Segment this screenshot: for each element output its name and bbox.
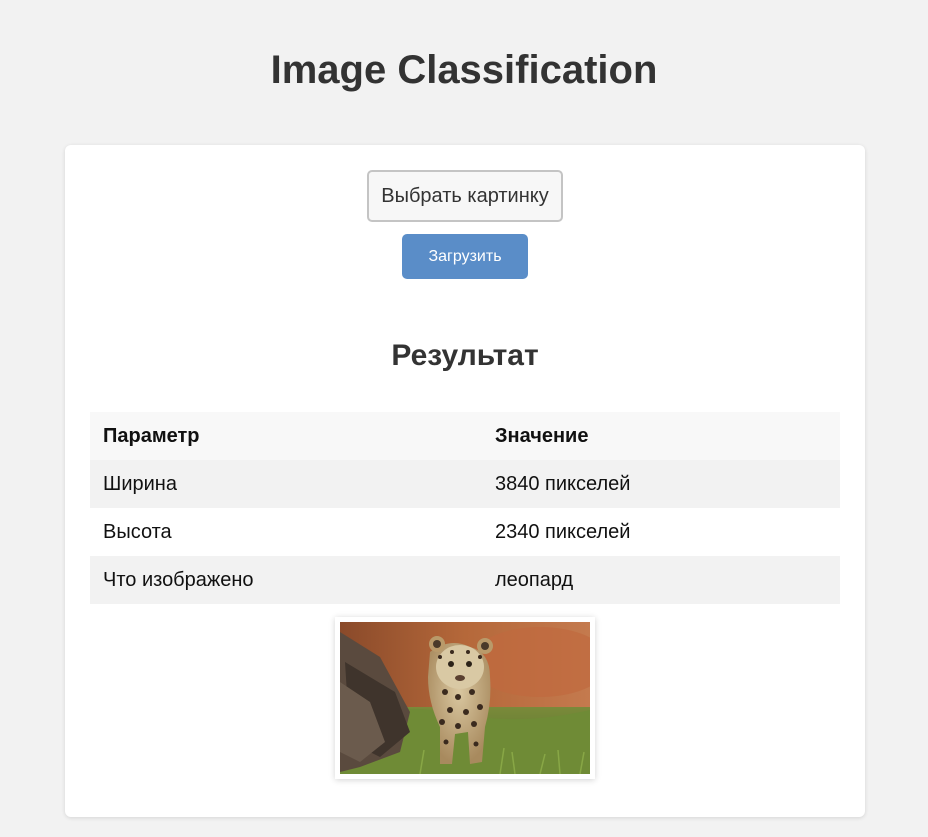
result-title: Результат: [391, 339, 539, 372]
row-value: леопард: [482, 556, 840, 604]
result-table: Параметр Значение Ширина 3840 пикселей В…: [90, 412, 840, 604]
header-parameter: Параметр: [90, 412, 482, 460]
row-value: 2340 пикселей: [482, 508, 840, 556]
table-row: Высота 2340 пикселей: [90, 508, 840, 556]
table-row: Что изображено леопард: [90, 556, 840, 604]
row-value: 3840 пикселей: [482, 460, 840, 508]
main-card: Выбрать картинку Загрузить Результат Пар…: [65, 145, 865, 817]
row-param: Высота: [90, 508, 482, 556]
uploaded-image-frame: [335, 617, 595, 779]
leopard-cub-image: [340, 622, 590, 774]
page-title: Image Classification: [270, 48, 658, 92]
row-param: Ширина: [90, 460, 482, 508]
choose-image-button[interactable]: Выбрать картинку: [367, 170, 563, 222]
table-header-row: Параметр Значение: [90, 412, 840, 460]
upload-button[interactable]: Загрузить: [402, 234, 528, 279]
table-row: Ширина 3840 пикселей: [90, 460, 840, 508]
row-param: Что изображено: [90, 556, 482, 604]
header-value: Значение: [482, 412, 840, 460]
